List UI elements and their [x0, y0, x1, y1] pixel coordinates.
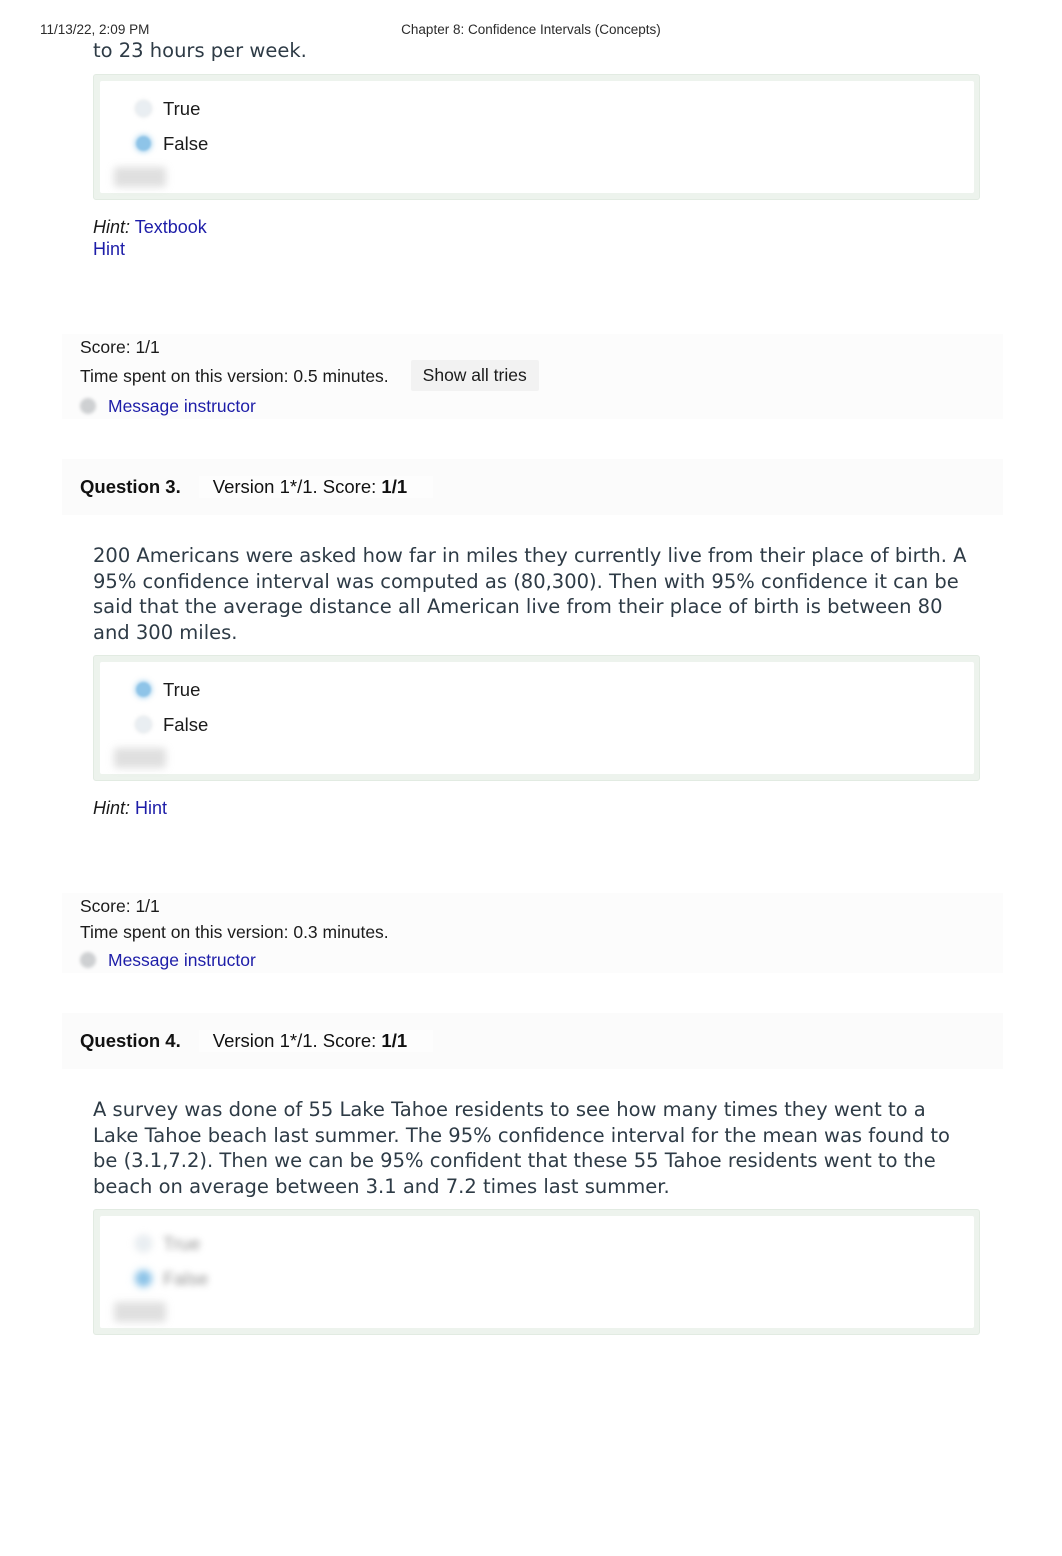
question3-hint-block: Hint: Hint: [93, 797, 1003, 819]
radio-icon[interactable]: [136, 1236, 151, 1251]
message-instructor-link[interactable]: Message instructor: [108, 947, 256, 973]
page-title: Chapter 8: Confidence Intervals (Concept…: [401, 22, 661, 37]
question3-message-row[interactable]: Message instructor: [62, 947, 1003, 973]
question3-version-text: Version 1*/1. Score:: [212, 476, 382, 497]
question4-prompt: A survey was done of 55 Lake Tahoe resid…: [93, 1098, 950, 1198]
question4-option-false[interactable]: False: [100, 1261, 974, 1296]
question4-header: Question 4. Version 1*/1. Score: 1/1: [62, 1013, 1003, 1069]
page-content: to 23 hours per week. True False Hint: T…: [62, 38, 1003, 1335]
question4-option-true[interactable]: True: [100, 1226, 974, 1261]
continued-text: to 23 hours per week.: [93, 39, 307, 62]
question3-version: Version 1*/1. Score: 1/1: [198, 476, 434, 498]
option-label: True: [163, 678, 201, 700]
option-label: True: [163, 1232, 201, 1254]
radio-selected-icon[interactable]: [136, 1271, 151, 1286]
question3-version-score: 1/1: [381, 476, 408, 497]
question3-prompt: 200 Americans were asked how far in mile…: [93, 544, 967, 644]
question4-version-score: 1/1: [381, 1030, 408, 1051]
question4-number: Question 4.: [80, 1030, 181, 1051]
radio-selected-icon[interactable]: [136, 136, 151, 151]
question2-time-row: Time spent on this version: 0.5 minutes.…: [62, 360, 1003, 391]
option-label: True: [163, 97, 201, 119]
question3-meta-block: Score: 1/1 Time spent on this version: 0…: [62, 893, 1003, 973]
time-spent-text: Time spent on this version: 0.3 minutes.: [80, 922, 389, 942]
time-spent-text: Time spent on this version: 0.5 minutes.: [80, 365, 389, 386]
question2-option-true[interactable]: True: [100, 91, 974, 126]
option-label: False: [163, 1267, 209, 1289]
submit-button-blurred[interactable]: [114, 1302, 166, 1322]
question2-score-row: Score: 1/1: [62, 334, 1003, 360]
question3-header: Question 3. Version 1*/1. Score: 1/1: [62, 459, 1003, 515]
radio-icon[interactable]: [136, 717, 151, 732]
question3-number: Question 3.: [80, 476, 181, 497]
question4-version: Version 1*/1. Score: 1/1: [198, 1030, 434, 1052]
question3-answer-box: True False: [93, 655, 980, 781]
question3-answer-inner: True False: [100, 662, 974, 774]
hint-link-textbook[interactable]: Textbook: [135, 217, 207, 237]
radio-selected-icon[interactable]: [136, 682, 151, 697]
score-text: Score: 1/1: [80, 337, 160, 357]
question2-answer-box: True False: [93, 74, 980, 200]
score-text: Score: 1/1: [80, 896, 160, 916]
hint-label: Hint:: [93, 798, 131, 818]
question2-hint-block: Hint: Textbook Hint: [93, 216, 1003, 260]
question4-version-text: Version 1*/1. Score:: [212, 1030, 382, 1051]
show-all-tries-button[interactable]: Show all tries: [410, 360, 539, 391]
message-icon: [80, 952, 96, 968]
question4-answer-box: True False: [93, 1209, 980, 1335]
message-instructor-link[interactable]: Message instructor: [108, 393, 256, 419]
submit-button-blurred[interactable]: [114, 167, 166, 187]
submit-button-blurred[interactable]: [114, 748, 166, 768]
question3-time-row: Time spent on this version: 0.3 minutes.: [62, 919, 1003, 945]
question2-message-row[interactable]: Message instructor: [62, 393, 1003, 419]
question4-answer-inner: True False: [100, 1216, 974, 1328]
hint-label: Hint:: [93, 217, 131, 237]
question2-answer-inner: True False: [100, 81, 974, 193]
question3-option-false[interactable]: False: [100, 707, 974, 742]
option-label: False: [163, 713, 209, 735]
question3-option-true[interactable]: True: [100, 672, 974, 707]
hint-link-hint[interactable]: Hint: [93, 239, 125, 259]
question2-option-false[interactable]: False: [100, 126, 974, 161]
message-icon: [80, 398, 96, 414]
question2-meta-block: Score: 1/1 Time spent on this version: 0…: [62, 334, 1003, 419]
question3-score-row: Score: 1/1: [62, 893, 1003, 919]
option-label: False: [163, 132, 209, 154]
hint-link-hint[interactable]: Hint: [135, 798, 167, 818]
radio-icon[interactable]: [136, 101, 151, 116]
